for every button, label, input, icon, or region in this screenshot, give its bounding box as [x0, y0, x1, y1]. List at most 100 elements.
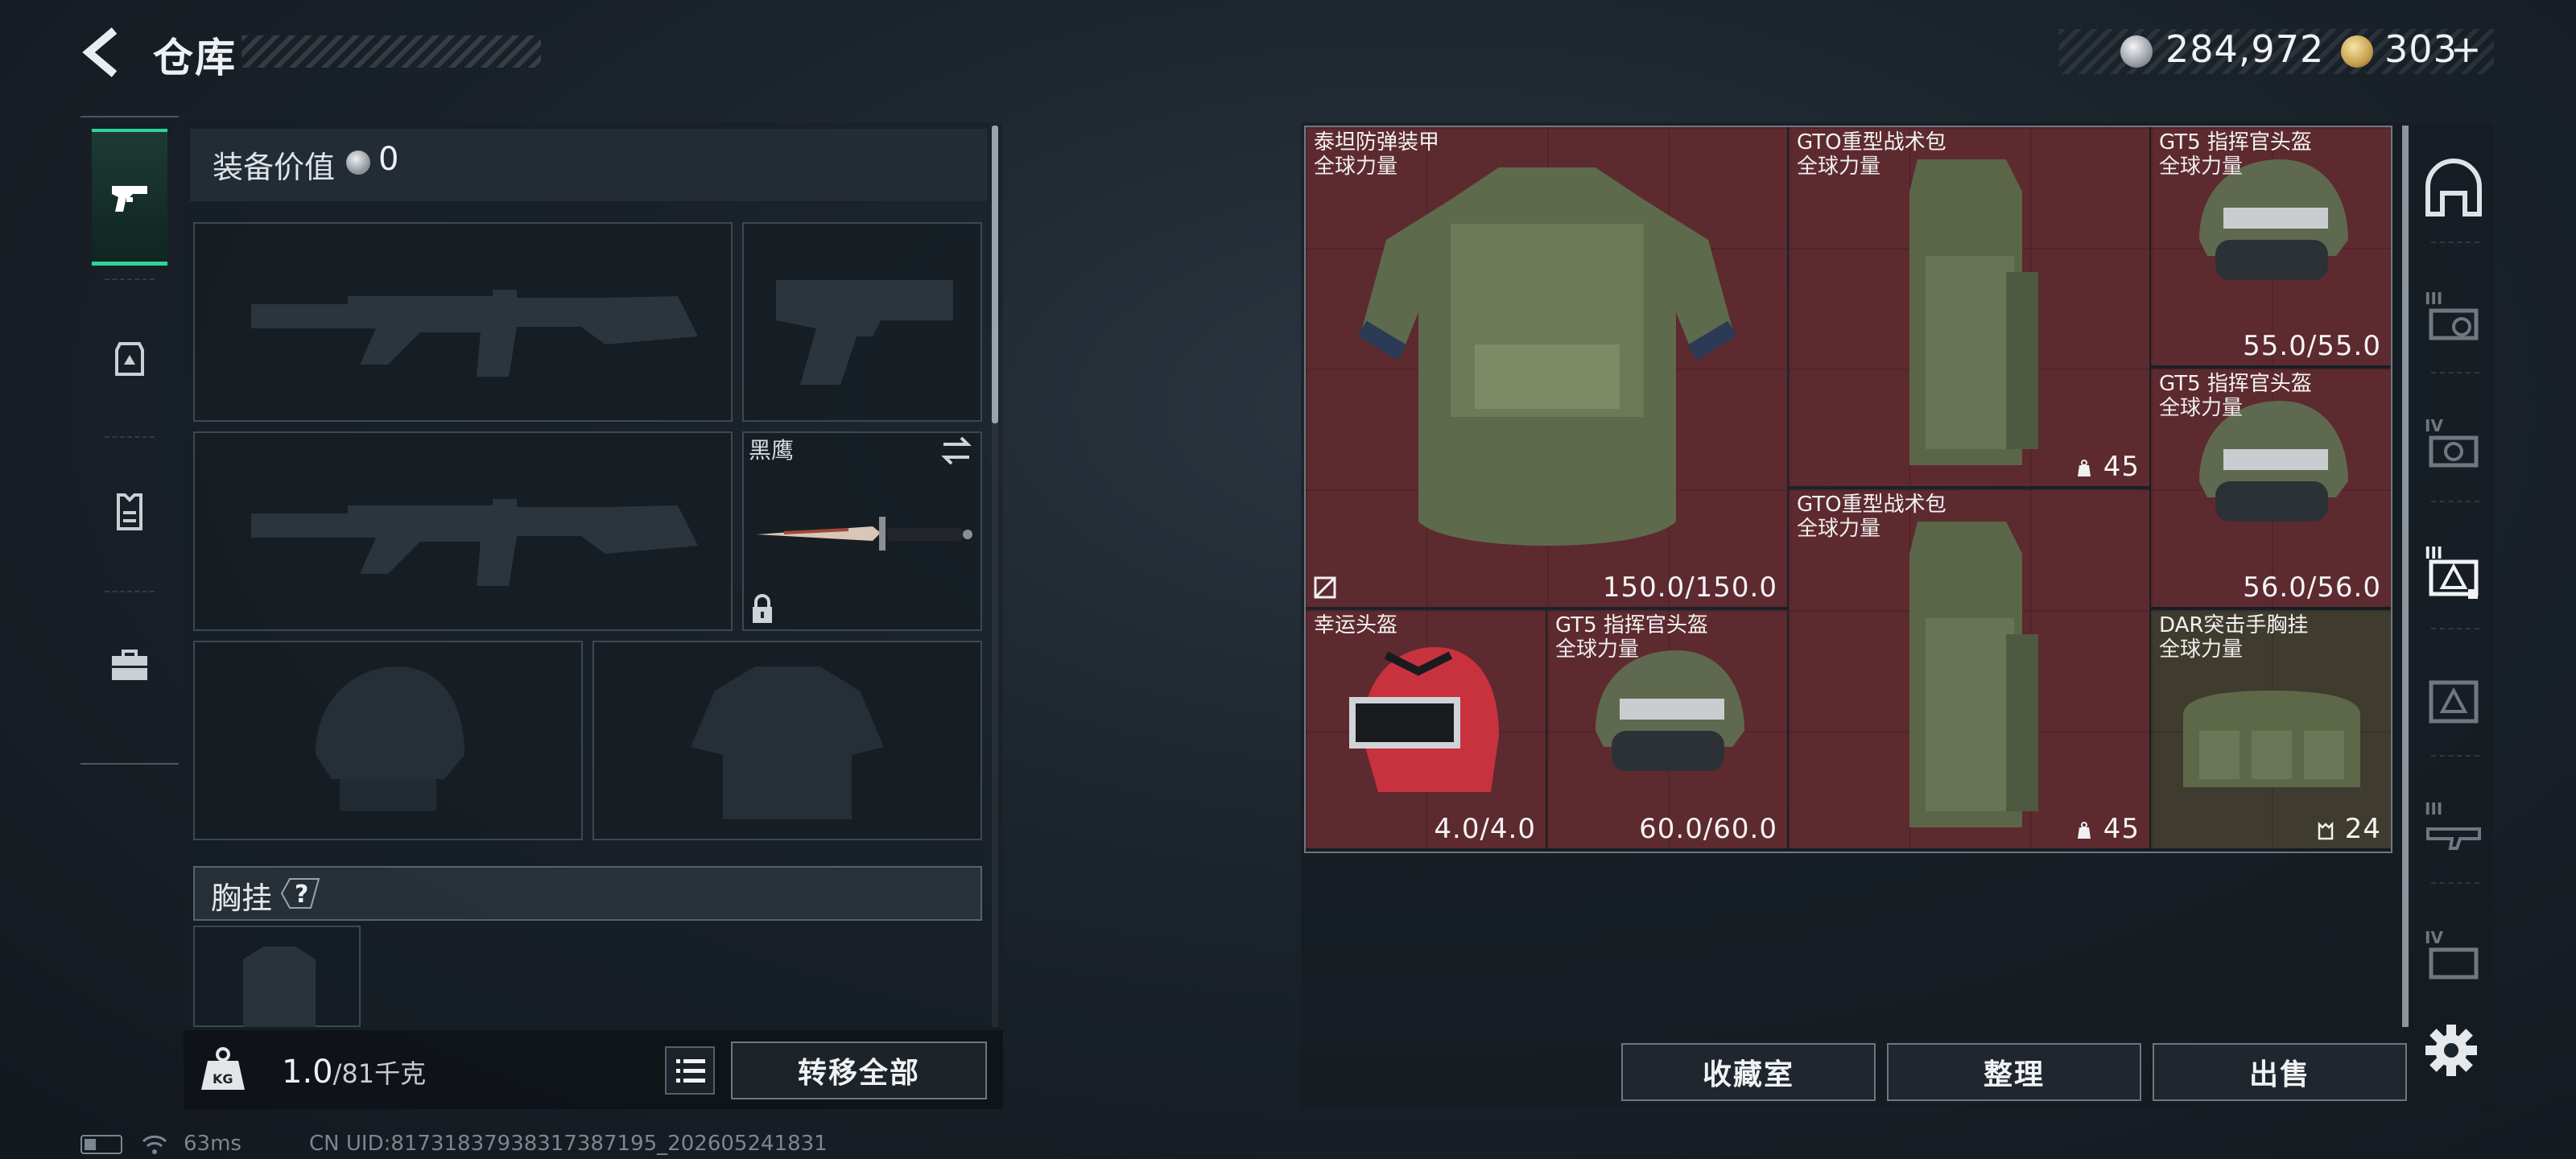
armor-item-icon — [1357, 167, 1737, 546]
item-card-helmet[interactable]: 幸运头盔 4.0/4.0 — [1306, 610, 1546, 848]
item-brand: 全球力量 — [1797, 155, 1881, 179]
svg-text:IV: IV — [2425, 928, 2443, 947]
item-name: 泰坦防弹装甲 — [1314, 130, 1440, 155]
helmet-slot[interactable] — [193, 641, 583, 840]
item-brand: 全球力量 — [1555, 637, 1640, 662]
armor-slot[interactable] — [592, 641, 982, 840]
tier3-rifle-case-icon[interactable]: III — [2420, 797, 2487, 861]
item-capacity: 45 — [2074, 451, 2140, 483]
page-title: 仓库 — [153, 35, 237, 81]
tier4-case-icon[interactable]: IV — [2420, 926, 2487, 990]
pistol-icon — [112, 185, 147, 212]
primary-weapon-slot-2[interactable] — [193, 431, 733, 631]
item-name: GTO重型战术包 — [1797, 130, 1946, 155]
svg-text:?: ? — [295, 881, 308, 909]
help-icon[interactable]: ? — [279, 876, 322, 911]
item-brand: 全球力量 — [1314, 155, 1398, 179]
svg-text:III: III — [2425, 543, 2442, 563]
chest-rig-label: 胸挂 — [211, 881, 273, 916]
vest-icon — [117, 493, 142, 530]
item-card-backpack[interactable]: GTO重型战术包 全球力量 45 — [1789, 489, 2149, 848]
item-card-armor[interactable]: 泰坦防弹装甲 全球力量 150.0/150.0 — [1306, 127, 1787, 607]
storage-scrollbar[interactable] — [2402, 126, 2409, 1027]
swap-icon[interactable] — [939, 435, 974, 467]
lock-icon — [753, 594, 772, 623]
transfer-all-button[interactable]: 转移全部 — [731, 1041, 987, 1099]
tab-vest[interactable] — [92, 443, 167, 580]
gold-coin-icon — [2341, 35, 2373, 68]
item-card-helmet[interactable]: GT5 指挥官头盔 全球力量 55.0/55.0 — [2151, 127, 2391, 365]
knife-icon — [757, 517, 972, 551]
tab-toolbox[interactable] — [92, 597, 167, 734]
collection-room-button[interactable]: 收藏室 — [1621, 1043, 1876, 1101]
item-card-chest-rig[interactable]: DAR突击手胸挂 全球力量 24 — [2151, 610, 2391, 848]
toolbox-icon — [112, 650, 147, 680]
tab-weapon[interactable] — [92, 129, 167, 266]
tier4-equipment-case-icon[interactable]: IV — [2420, 414, 2487, 478]
item-durability: 55.0/55.0 — [2243, 330, 2381, 362]
item-name: GT5 指挥官头盔 — [1555, 613, 1708, 637]
capacity-value: 45 — [2103, 451, 2140, 483]
item-name: GT5 指挥官头盔 — [2159, 130, 2312, 155]
item-capacity: 24 — [2316, 813, 2381, 845]
chest-rig-slot[interactable] — [193, 926, 361, 1027]
weight-current: 1.0 — [282, 1054, 333, 1091]
back-icon[interactable] — [77, 24, 129, 80]
chest-capacity-icon — [2318, 821, 2334, 839]
sort-button[interactable]: 整理 — [1887, 1043, 2141, 1101]
uid-readout: CN UID:817318379383173871​95_20260524183… — [309, 1132, 828, 1156]
item-card-helmet[interactable]: GT5 指挥官头盔 全球力量 56.0/56.0 — [2151, 369, 2391, 607]
item-capacity: 45 — [2074, 813, 2140, 845]
svg-text:III: III — [2425, 289, 2442, 308]
storage-home-icon[interactable] — [2420, 158, 2487, 222]
weight-icon: KG — [201, 1047, 245, 1090]
list-view-button[interactable] — [665, 1046, 715, 1095]
loadout-scrollbar[interactable] — [992, 126, 998, 423]
title-decoration — [242, 35, 541, 68]
lucky-helmet-icon — [1349, 647, 1499, 792]
loadout-tab-column — [80, 116, 179, 765]
item-name: DAR突击手胸挂 — [2159, 613, 2309, 637]
battery-icon — [80, 1135, 122, 1154]
item-durability: 56.0/56.0 — [2243, 571, 2381, 604]
no-repair-icon — [1314, 576, 1336, 599]
backpack-case-icon[interactable] — [2420, 670, 2487, 734]
item-brand: 全球力量 — [2159, 155, 2244, 179]
ping-readout: 63ms — [184, 1132, 242, 1156]
item-durability: 60.0/60.0 — [1639, 813, 1777, 845]
tab-backpack[interactable] — [92, 288, 167, 425]
helmet-item-icon — [1596, 650, 1744, 771]
backpack-item-icon — [1909, 159, 2038, 465]
capacity-icon — [2077, 459, 2091, 476]
item-card-helmet[interactable]: GT5 指挥官头盔 全球力量 60.0/60.0 — [1547, 610, 1787, 848]
rifle-silhouette-icon — [251, 290, 698, 377]
item-durability: 4.0/4.0 — [1434, 813, 1536, 845]
sell-button[interactable]: 出售 — [2153, 1043, 2407, 1101]
item-card-backpack[interactable]: GTO重型战术包 全球力量 45 — [1789, 127, 2149, 486]
svg-text:KG: KG — [213, 1071, 233, 1087]
capacity-value: 24 — [2344, 813, 2381, 845]
tier3-weapon-case-icon[interactable]: III — [2420, 287, 2487, 351]
primary-weapon-slot-1[interactable] — [193, 222, 733, 422]
silver-coin-icon — [2120, 35, 2153, 68]
backpack-item-icon — [1909, 522, 2038, 827]
equipment-value-label: 装备价值 — [213, 150, 336, 185]
rifle-silhouette-icon — [251, 499, 698, 586]
chest-rig-item-icon — [2183, 691, 2360, 787]
secondary-weapon-slot[interactable] — [742, 222, 982, 422]
item-brand: 全球力量 — [1797, 517, 1881, 541]
wifi-icon — [142, 1135, 167, 1154]
gold-add-button[interactable]: + — [2450, 27, 2483, 71]
value-coin-icon — [346, 151, 370, 175]
equipment-value-amount: 0 — [378, 141, 399, 178]
silver-amount: 284,972 — [2165, 27, 2325, 71]
tier3-special-case-icon[interactable]: III — [2420, 541, 2487, 605]
item-name: 幸运头盔 — [1314, 613, 1398, 637]
backpack-icon — [115, 342, 144, 376]
item-name: GT5 指挥官头盔 — [2159, 372, 2312, 396]
item-brand: 全球力量 — [2159, 637, 2244, 662]
settings-gear-icon[interactable] — [2423, 1022, 2479, 1079]
capacity-value: 45 — [2103, 813, 2140, 845]
item-name: GTO重型战术包 — [1797, 493, 1946, 517]
weight-max: /81千克 — [332, 1058, 427, 1089]
